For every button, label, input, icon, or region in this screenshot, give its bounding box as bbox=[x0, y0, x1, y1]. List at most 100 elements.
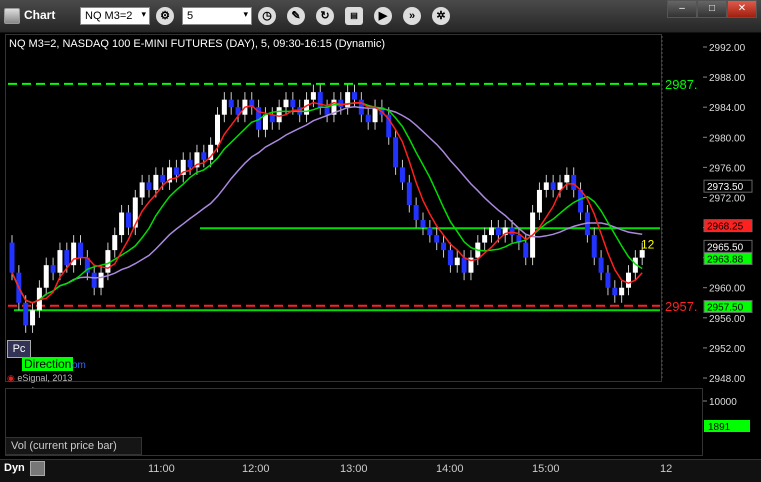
y-tick-label: 2980.00 bbox=[709, 133, 746, 144]
candle-body bbox=[619, 287, 625, 296]
candle-body bbox=[441, 242, 447, 251]
vol-tick-label: 10000 bbox=[709, 397, 737, 408]
candle-body bbox=[571, 174, 577, 190]
candle-body bbox=[112, 235, 118, 251]
candle-body bbox=[57, 250, 63, 273]
level-label-high: 2987. bbox=[665, 77, 698, 92]
chart-header: NQ M3=2, NASDAQ 100 E-MINI FUTURES (DAY)… bbox=[9, 38, 386, 50]
ma-purple-line bbox=[11, 106, 643, 304]
candle-body bbox=[495, 227, 501, 236]
ma-green-line bbox=[11, 102, 643, 304]
direction-label: Direction bbox=[22, 357, 74, 371]
candle-body bbox=[64, 250, 70, 266]
candle-body bbox=[139, 182, 145, 198]
candle-body bbox=[91, 272, 97, 288]
candle-body bbox=[509, 227, 515, 236]
candle-body bbox=[489, 227, 494, 236]
y-tick-label: 2976.00 bbox=[709, 163, 746, 174]
candle-body bbox=[125, 212, 131, 228]
candle-body bbox=[365, 114, 371, 123]
candle-body bbox=[262, 114, 268, 130]
candle-body bbox=[399, 167, 405, 183]
direction-suffix: om bbox=[72, 360, 86, 371]
copyright-text: ◉ eSignal, 2013 bbox=[7, 373, 72, 384]
candle-body bbox=[543, 182, 549, 190]
candle-body bbox=[160, 174, 166, 183]
candle-body bbox=[324, 107, 330, 115]
time-tick-label: 12 bbox=[660, 463, 673, 475]
candle-body bbox=[9, 242, 15, 273]
candle-body bbox=[393, 137, 399, 168]
bar-count-label: 12 bbox=[641, 238, 655, 252]
candle-body bbox=[105, 250, 111, 273]
y-tick-label: 2972.00 bbox=[709, 193, 746, 204]
candle-body bbox=[427, 227, 433, 236]
candle-body bbox=[564, 174, 570, 183]
candle-body bbox=[536, 189, 542, 213]
level-label-low: 2957. bbox=[665, 299, 698, 314]
candle-body bbox=[413, 204, 419, 221]
candle-body bbox=[201, 152, 207, 160]
y-tick-label: 2952.00 bbox=[709, 344, 746, 355]
candle-body bbox=[215, 114, 220, 145]
candle-body bbox=[591, 235, 597, 258]
pc-button[interactable]: Pc bbox=[7, 340, 31, 358]
candle-body bbox=[626, 272, 631, 288]
candle-body bbox=[153, 174, 159, 190]
candle-body bbox=[454, 257, 460, 266]
candle-body bbox=[406, 182, 412, 205]
y-tick-label: 2992.00 bbox=[709, 43, 746, 54]
ma-red-line bbox=[11, 101, 643, 304]
y-tick-label: 2948.00 bbox=[709, 374, 746, 385]
candle-body bbox=[187, 159, 193, 168]
candle-body bbox=[43, 265, 49, 288]
dynamic-mode[interactable]: Dyn bbox=[4, 462, 25, 474]
candle-body bbox=[550, 182, 556, 190]
candle-body bbox=[78, 242, 83, 258]
candle-body bbox=[447, 250, 453, 266]
price-label: 2968.25 bbox=[707, 222, 744, 233]
time-tick-label: 13:00 bbox=[340, 463, 368, 475]
candle-body bbox=[30, 310, 36, 326]
esignal-logo-icon: ◉ bbox=[7, 373, 15, 383]
candle-body bbox=[290, 99, 296, 108]
price-label: 2957.50 bbox=[707, 303, 744, 314]
candle-body bbox=[434, 235, 440, 243]
volume-label: Vol (current price bar) bbox=[5, 437, 142, 455]
candle-body bbox=[98, 272, 104, 288]
time-tick-label: 11:00 bbox=[148, 463, 175, 475]
candle-body bbox=[461, 257, 467, 273]
zoom-icon[interactable] bbox=[30, 461, 45, 476]
price-label: 2963.88 bbox=[707, 255, 744, 266]
candle-body bbox=[23, 302, 29, 326]
copyright-label: eSignal, 2013 bbox=[17, 373, 73, 383]
candle-body bbox=[482, 235, 488, 243]
candle-body bbox=[146, 182, 152, 190]
candle-body bbox=[352, 92, 357, 100]
candle-body bbox=[50, 265, 56, 273]
time-axis[interactable] bbox=[0, 459, 761, 482]
y-tick-label: 2956.00 bbox=[709, 314, 746, 325]
candle-body bbox=[598, 257, 604, 273]
price-label: 2965.50 bbox=[707, 242, 744, 253]
candle-body bbox=[372, 107, 378, 123]
candle-body bbox=[221, 99, 227, 115]
candle-body bbox=[283, 99, 289, 108]
y-tick-label: 2960.00 bbox=[709, 284, 746, 295]
candle-body bbox=[605, 272, 611, 288]
price-label: 2973.50 bbox=[707, 182, 744, 193]
vol-current-label: 1891 bbox=[708, 422, 731, 433]
candle-body bbox=[119, 212, 125, 236]
candle-body bbox=[173, 167, 179, 175]
time-tick-label: 15:00 bbox=[532, 463, 560, 475]
time-tick-label: 14:00 bbox=[436, 463, 464, 475]
candle-body bbox=[420, 220, 426, 228]
candle-body bbox=[612, 287, 618, 296]
candle-body bbox=[523, 242, 529, 258]
y-tick-label: 2988.00 bbox=[709, 73, 746, 84]
time-tick-label: 12:00 bbox=[242, 463, 270, 475]
candle-body bbox=[276, 107, 282, 123]
candle-body bbox=[228, 99, 234, 108]
y-tick-label: 2984.00 bbox=[709, 103, 746, 114]
candle-body bbox=[310, 92, 316, 100]
